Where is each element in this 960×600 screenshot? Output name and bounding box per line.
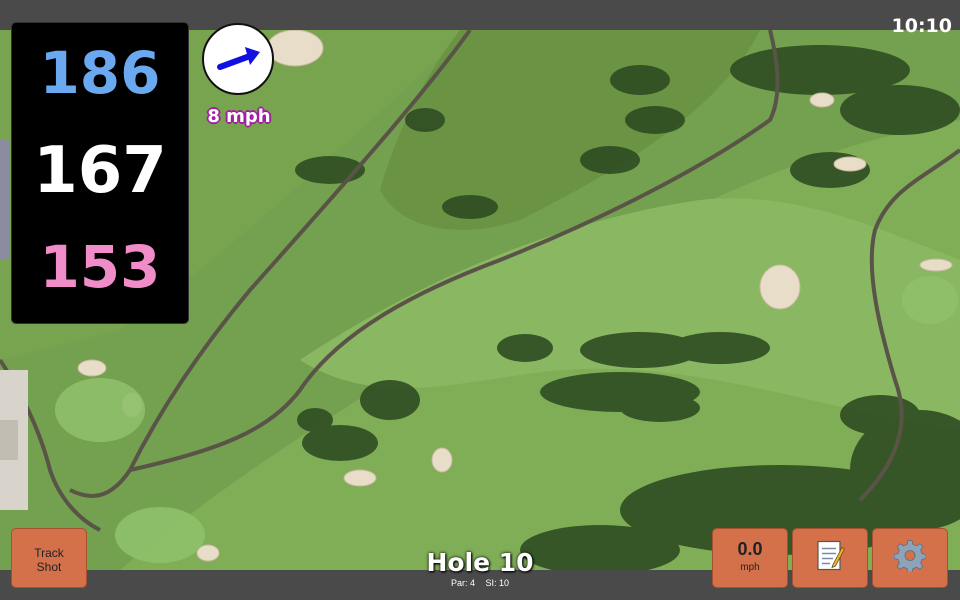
wind-speed-label: 8 mph <box>207 106 271 127</box>
track-shot-label-line2: Shot <box>36 560 62 574</box>
hole-stroke-index: SI: 10 <box>485 578 510 588</box>
hole-info: Par: 4 SI: 10 <box>380 578 580 588</box>
speed-value: 0.0 <box>737 539 763 559</box>
distance-panel: 186 167 153 <box>11 22 189 324</box>
front-distance: 153 <box>39 233 161 301</box>
notepad-icon <box>815 539 846 578</box>
speed-button[interactable]: 0.0 mph <box>712 528 788 588</box>
wind-indicator <box>202 23 274 95</box>
track-shot-button[interactable]: Track Shot <box>11 528 87 588</box>
hole-par: Par: 4 <box>450 578 475 588</box>
hole-title: Hole 10 <box>426 548 534 577</box>
gear-icon <box>893 540 927 577</box>
speed-unit: mph <box>740 562 760 573</box>
status-time: 10:10 <box>891 15 952 37</box>
back-distance: 186 <box>39 39 161 107</box>
wind-arrow-icon <box>217 47 260 70</box>
settings-button[interactable] <box>872 528 948 588</box>
center-distance: 167 <box>33 134 167 208</box>
track-shot-label-line1: Track <box>34 546 64 560</box>
notes-button[interactable] <box>792 528 868 588</box>
